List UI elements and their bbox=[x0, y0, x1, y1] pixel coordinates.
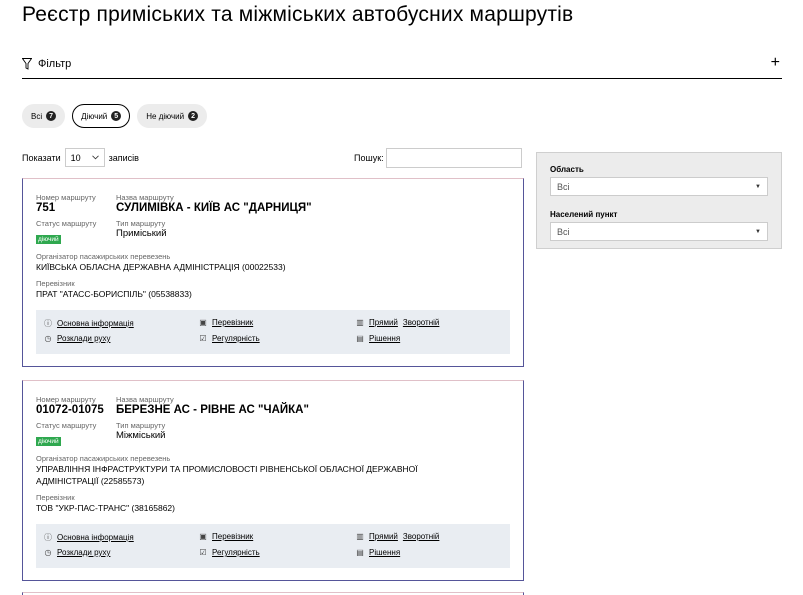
route-status-label: Статус маршруту bbox=[36, 219, 97, 228]
direction-links: ▥ Прямий Зворотній bbox=[356, 318, 439, 327]
chip-label: Всі bbox=[31, 111, 43, 121]
decisions-link[interactable]: ▤ Рішення bbox=[356, 334, 400, 343]
organizer-value: УПРАВЛІННЯ ІНФРАСТРУКТУРИ ТА ПРОМИСЛОВОС… bbox=[36, 464, 418, 486]
region-value: Всі bbox=[557, 181, 570, 192]
side-filter-panel: Область Всі ▼ Населений пункт Всі ▼ bbox=[536, 152, 782, 249]
schedule-link[interactable]: ◷ Розклади руху bbox=[44, 334, 111, 343]
chip-inactive[interactable]: Не діючий 2 bbox=[137, 104, 208, 128]
route-number: 01072-01075 bbox=[36, 404, 104, 416]
route-card: Номер маршруту 01072-01075 Назва маршрут… bbox=[22, 380, 524, 581]
plus-icon[interactable]: + bbox=[771, 55, 780, 71]
chip-active[interactable]: Діючий 5 bbox=[72, 104, 131, 128]
document-icon: ▤ bbox=[356, 548, 364, 557]
route-type-label: Тип маршруту bbox=[116, 219, 166, 228]
caret-down-icon: ▼ bbox=[755, 228, 761, 235]
route-number-label: Номер маршруту bbox=[36, 395, 96, 404]
route-name-label: Назва маршруту bbox=[116, 395, 174, 404]
chip-label: Не діючий bbox=[146, 111, 185, 121]
reverse-link[interactable]: Зворотній bbox=[403, 532, 440, 541]
chip-all[interactable]: Всі 7 bbox=[22, 104, 66, 128]
chip-label: Діючий bbox=[81, 111, 108, 121]
chip-count: 5 bbox=[111, 111, 122, 121]
page-size-select[interactable]: 10 bbox=[64, 148, 105, 167]
status-chips: Всі 7 Діючий 5 Не діючий 2 bbox=[22, 104, 208, 128]
filter-label: Фільтр bbox=[38, 58, 72, 70]
region-select[interactable]: Всі ▼ bbox=[550, 177, 768, 196]
chevron-down-icon bbox=[91, 155, 99, 160]
organizer-label: Організатор пасажирських перевезень bbox=[36, 454, 171, 463]
route-type: Міжміський bbox=[116, 430, 166, 441]
carrier-value: ТОВ "УКР-ПАС-ТРАНС" (38165862) bbox=[36, 503, 175, 513]
carrier-link[interactable]: ▣ Перевізник bbox=[199, 532, 253, 541]
locality-value: Всі bbox=[557, 226, 570, 237]
route-name: СУЛИМІВКА - КИЇВ АС "ДАРНИЦЯ" bbox=[116, 202, 312, 214]
filter-toggle-bar[interactable]: Фільтр + bbox=[22, 50, 782, 79]
columns-icon: ▥ bbox=[356, 318, 364, 327]
bus-icon: ▣ bbox=[199, 318, 207, 327]
region-label: Область bbox=[550, 165, 584, 174]
carrier-label: Перевізник bbox=[36, 279, 75, 288]
route-links: ⓘ Основна інформація ▣ Перевізник ▥ Прям… bbox=[36, 310, 510, 354]
route-number-label: Номер маршруту bbox=[36, 193, 96, 202]
route-type: Приміський bbox=[116, 228, 167, 239]
route-status-label: Статус маршруту bbox=[36, 421, 97, 430]
regularity-link[interactable]: ☑ Регулярність bbox=[199, 548, 259, 557]
records-label: записів bbox=[108, 152, 139, 163]
route-name: БЕРЕЗНЕ АС - РІВНЕ АС "ЧАЙКА" bbox=[116, 404, 309, 416]
main-info-link[interactable]: ⓘ Основна інформація bbox=[44, 318, 134, 329]
route-card: Номер маршруту 751 Назва маршруту СУЛИМІ… bbox=[22, 178, 524, 367]
carrier-link[interactable]: ▣ Перевізник bbox=[199, 318, 253, 327]
bus-icon: ▣ bbox=[199, 532, 207, 541]
schedule-link[interactable]: ◷ Розклади руху bbox=[44, 548, 111, 557]
route-type-label: Тип маршруту bbox=[116, 421, 166, 430]
document-icon: ▤ bbox=[356, 334, 364, 343]
carrier-value: ПРАТ "АТАСС-БОРИСПІЛЬ" (05538833) bbox=[36, 289, 192, 299]
page-title: Реєстр приміських та міжміських автобусн… bbox=[22, 3, 574, 26]
forward-link[interactable]: Прямий bbox=[369, 318, 398, 327]
carrier-label: Перевізник bbox=[36, 493, 75, 502]
locality-select[interactable]: Всі ▼ bbox=[550, 222, 768, 241]
chip-count: 7 bbox=[46, 111, 57, 121]
reverse-link[interactable]: Зворотній bbox=[403, 318, 440, 327]
status-badge: діючий bbox=[36, 235, 61, 244]
caret-down-icon: ▼ bbox=[755, 183, 761, 190]
page-size-value: 10 bbox=[70, 152, 81, 163]
organizer-value: КИЇВСЬКА ОБЛАСНА ДЕРЖАВНА АДМІНІСТРАЦІЯ … bbox=[36, 262, 286, 272]
funnel-icon bbox=[22, 58, 32, 70]
search-input[interactable] bbox=[385, 148, 522, 168]
status-badge: діючий bbox=[36, 437, 61, 446]
main-info-link[interactable]: ⓘ Основна інформація bbox=[44, 532, 134, 543]
forward-link[interactable]: Прямий bbox=[369, 532, 398, 541]
info-icon: ⓘ bbox=[44, 533, 52, 542]
search-label: Пошук: bbox=[354, 153, 384, 163]
locality-label: Населений пункт bbox=[550, 210, 618, 219]
calendar-check-icon: ☑ bbox=[199, 548, 207, 557]
route-number: 751 bbox=[36, 202, 56, 214]
route-name-label: Назва маршруту bbox=[116, 193, 174, 202]
page-length-control: Показати 10 записів bbox=[22, 148, 139, 167]
regularity-link[interactable]: ☑ Регулярність bbox=[199, 334, 259, 343]
chip-count: 2 bbox=[188, 111, 199, 121]
clock-icon: ◷ bbox=[44, 548, 52, 557]
route-links: ⓘ Основна інформація ▣ Перевізник ▥ Прям… bbox=[36, 524, 510, 568]
search-control: Пошук: bbox=[354, 148, 522, 168]
info-icon: ⓘ bbox=[44, 319, 52, 328]
decisions-link[interactable]: ▤ Рішення bbox=[356, 548, 400, 557]
columns-icon: ▥ bbox=[356, 532, 364, 541]
clock-icon: ◷ bbox=[44, 334, 52, 343]
organizer-label: Організатор пасажирських перевезень bbox=[36, 252, 171, 261]
show-label: Показати bbox=[22, 152, 61, 163]
calendar-check-icon: ☑ bbox=[199, 334, 207, 343]
direction-links: ▥ Прямий Зворотній bbox=[356, 532, 439, 541]
